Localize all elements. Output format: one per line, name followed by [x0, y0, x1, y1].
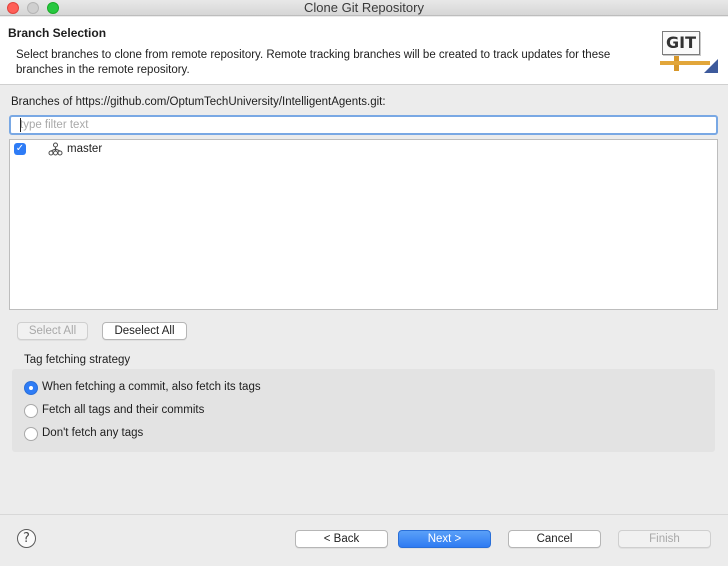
finish-button[interactable]: Finish — [618, 530, 711, 548]
filter-input[interactable] — [9, 115, 718, 135]
select-all-button[interactable]: Select All — [17, 322, 88, 340]
branch-icon — [48, 142, 63, 156]
radio-label: Don't fetch any tags — [42, 427, 144, 439]
logo-corner — [704, 59, 718, 73]
help-icon[interactable]: ? — [17, 529, 36, 548]
deselect-all-button[interactable]: Deselect All — [102, 322, 187, 340]
radio-label: Fetch all tags and their commits — [42, 404, 205, 416]
checkmark-icon: ✓ — [15, 143, 25, 154]
window-title: Clone Git Repository — [304, 0, 424, 15]
text-caret — [20, 118, 21, 132]
branch-name: master — [67, 143, 103, 155]
next-button[interactable]: Next > — [398, 530, 491, 548]
tag-fetching-group: When fetching a commit, also fetch its t… — [12, 369, 715, 452]
branches-label: Branches of https://github.com/OptumTech… — [11, 96, 386, 108]
radio-button[interactable] — [24, 381, 38, 395]
branch-row[interactable]: ✓ master — [10, 140, 717, 158]
footer-divider — [0, 514, 728, 515]
branch-checkbox[interactable]: ✓ — [14, 143, 26, 155]
tag-fetching-title: Tag fetching strategy — [24, 354, 131, 366]
wizard-header: Branch Selection Select branches to clon… — [0, 17, 728, 85]
git-logo: GIT — [660, 29, 718, 75]
cancel-button[interactable]: Cancel — [508, 530, 601, 548]
radio-button[interactable] — [24, 427, 38, 441]
logo-text: GIT — [662, 31, 700, 55]
title-bar: Clone Git Repository — [0, 0, 728, 16]
logo-bar — [660, 61, 710, 65]
page-title: Branch Selection — [8, 26, 107, 40]
branch-list[interactable]: ✓ master — [9, 139, 718, 310]
page-description: Select branches to clone from remote rep… — [16, 49, 611, 76]
radio-button[interactable] — [24, 404, 38, 418]
radio-label: When fetching a commit, also fetch its t… — [42, 381, 261, 393]
back-button[interactable]: < Back — [295, 530, 388, 548]
